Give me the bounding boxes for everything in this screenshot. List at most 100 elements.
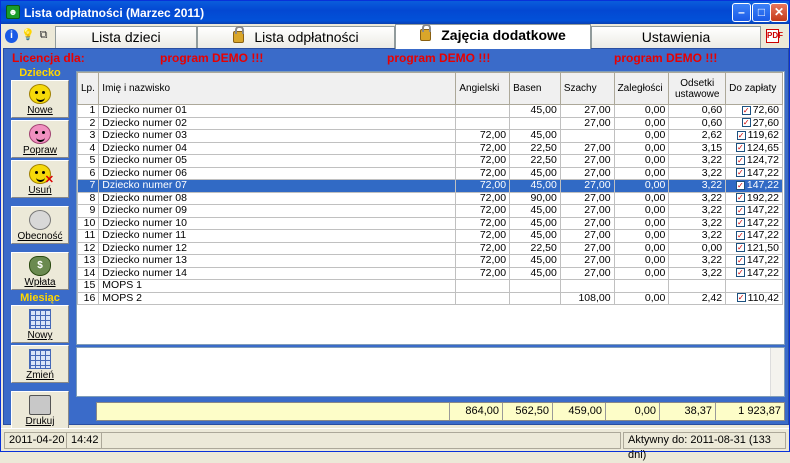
table-row[interactable]: 3 Dziecko numer 03 72,00 45,00 0,00 2,62 ✓ 119,… <box>77 129 783 143</box>
table-row[interactable]: 14 Dziecko numer 14 72,00 45,00 27,00 0,00 3,2… <box>77 266 783 280</box>
table-row[interactable]: 6 Dziecko numer 06 72,00 45,00 27,00 0,00 3,22… <box>77 166 783 180</box>
tab-ustawienia[interactable]: Ustawienia <box>591 26 761 48</box>
license-demo: program DEMO !!! <box>614 51 718 65</box>
paid-checkbox[interactable]: ✓ <box>735 268 745 278</box>
table-row[interactable]: 2 Dziecko numer 02 27,00 0,00 0,60 ✓ 27,60 <box>77 116 783 130</box>
paid-checkbox[interactable]: ✓ <box>741 118 751 128</box>
table-row[interactable]: 8 Dziecko numer 08 72,00 90,00 27,00 0,00 3,22… <box>77 191 783 205</box>
paid-checkbox[interactable]: ✓ <box>741 105 751 115</box>
new-month-button[interactable]: Nowy <box>11 305 69 343</box>
table-row[interactable]: 11 Dziecko numer 11 72,00 45,00 27,00 0,00 3,2… <box>77 229 783 243</box>
paid-checkbox[interactable]: ✓ <box>735 180 745 190</box>
minimize-button[interactable]: – <box>732 3 751 22</box>
cell-name: Dziecko numer 08 <box>98 191 457 205</box>
table-row[interactable]: 1 Dziecko numer 01 45,00 27,00 0,00 0,60 ✓ 72,6… <box>77 104 783 118</box>
table-row[interactable]: 13 Dziecko numer 13 72,00 45,00 27,00 0,00 3,2… <box>77 254 783 268</box>
paid-checkbox[interactable]: ✓ <box>735 155 745 165</box>
cell-name: Dziecko numer 03 <box>98 129 457 143</box>
tab-bar: i 💡 ⧉ Lista dzieci Lista odpłatności Zajęc… <box>1 24 789 49</box>
paid-checkbox[interactable]: ✓ <box>735 205 745 215</box>
paid-checkbox[interactable]: ✓ <box>735 230 745 240</box>
attendance-button[interactable]: Obecność <box>11 206 69 244</box>
col-basen[interactable]: Basen <box>509 72 561 105</box>
cell-szachy: 27,00 <box>559 204 615 218</box>
cell-name: Dziecko numer 14 <box>98 266 457 280</box>
cell-lp: 7 <box>77 179 100 193</box>
change-month-button[interactable]: Zmień <box>11 345 69 383</box>
col-odsetki[interactable]: Odsetki ustawowe <box>668 72 727 105</box>
table-row[interactable]: 4 Dziecko numer 04 72,00 22,50 27,00 0,00 3,15… <box>77 141 783 155</box>
calendar-change-icon <box>29 349 51 369</box>
cell-odsetki: 2,42 <box>668 291 727 305</box>
col-lp[interactable]: Lp. <box>77 72 100 105</box>
cell-zaleglosci: 0,00 <box>613 254 670 268</box>
col-angielski[interactable]: Angielski <box>455 72 511 105</box>
copy-icon[interactable]: ⧉ <box>37 28 50 42</box>
amount-value: 147,22 <box>746 179 779 192</box>
edit-child-button[interactable]: Popraw <box>11 120 69 158</box>
tab-zajecia-dodatkowe[interactable]: Zajęcia dodatkowe <box>395 24 591 49</box>
table-row[interactable]: 7 Dziecko numer 07 72,00 45,00 27,00 0,00 3,22… <box>77 179 783 193</box>
lightbulb-icon[interactable]: 💡 <box>21 28 35 42</box>
new-child-button[interactable]: Nowe <box>11 80 69 118</box>
table-row[interactable]: 16 MOPS 2 108,00 0,00 2,42 ✓ 110,42 <box>77 291 783 305</box>
cell-name: Dziecko numer 07 <box>98 179 457 193</box>
cell-lp: 5 <box>77 154 100 168</box>
paid-checkbox[interactable]: ✓ <box>735 218 745 228</box>
cell-zaleglosci: 0,00 <box>613 129 670 143</box>
paid-checkbox[interactable]: ✓ <box>735 168 745 178</box>
button-label: Zmień <box>26 370 54 381</box>
paid-checkbox[interactable]: ✓ <box>735 143 745 153</box>
table-row[interactable]: 12 Dziecko numer 12 72,00 22,50 27,00 0,00 0,0… <box>77 241 783 255</box>
cell-odsetki: 3,22 <box>668 266 727 280</box>
col-zaleglosci[interactable]: Zaległości <box>613 72 670 105</box>
col-szachy[interactable]: Szachy <box>559 72 615 105</box>
cell-odsetki: 0,60 <box>668 104 727 118</box>
cell-lp: 12 <box>77 241 100 255</box>
paid-checkbox[interactable]: ✓ <box>736 130 746 140</box>
info-icon[interactable]: i <box>5 29 18 43</box>
tab-lista-odplatnosci[interactable]: Lista odpłatności <box>197 26 395 48</box>
notes-field[interactable] <box>76 347 785 397</box>
notes-scrollbar[interactable] <box>770 348 784 396</box>
col-do-zaplaty[interactable]: Do zapłaty <box>725 72 783 105</box>
print-button[interactable]: Drukuj <box>11 391 69 429</box>
status-empty <box>101 432 621 449</box>
delete-child-button[interactable]: ✕ Usuń <box>11 160 69 198</box>
close-button[interactable]: ✕ <box>770 3 788 22</box>
cell-basen: 45,00 <box>509 204 561 218</box>
cell-name: Dziecko numer 04 <box>98 141 457 155</box>
paid-checkbox[interactable]: ✓ <box>735 193 745 203</box>
app-icon: ☻ <box>6 5 20 19</box>
smiley-edit-icon <box>29 124 51 144</box>
cell-zaleglosci: 0,00 <box>613 116 670 130</box>
cell-zaleglosci: 0,00 <box>613 291 670 305</box>
tab-lista-dzieci[interactable]: Lista dzieci <box>55 26 197 48</box>
payment-button[interactable]: $ Wpłata <box>11 252 69 290</box>
cell-odsetki: 3,22 <box>668 254 727 268</box>
cell-name: Dziecko numer 05 <box>98 154 457 168</box>
maximize-button[interactable]: □ <box>752 3 771 22</box>
table-row[interactable]: 5 Dziecko numer 05 72,00 22,50 27,00 0,00 3,22… <box>77 154 783 168</box>
table-row[interactable]: 10 Dziecko numer 10 72,00 45,00 27,00 0,00 3,2… <box>77 216 783 230</box>
paid-checkbox[interactable]: ✓ <box>736 293 746 303</box>
cell-szachy <box>559 129 615 143</box>
title-bar: ☻ Lista odpłatności (Marzec 2011) – □ ✕ <box>1 1 789 24</box>
main-panel: Licencja dla: program DEMO !!! program D… <box>3 48 789 429</box>
cell-angielski: 72,00 <box>455 191 511 205</box>
cell-angielski: 72,00 <box>455 129 511 143</box>
cell-angielski: 72,00 <box>455 179 511 193</box>
pdf-icon[interactable]: PDF <box>766 29 783 43</box>
button-label: Wpłata <box>24 277 56 288</box>
cell-lp: 6 <box>77 166 100 180</box>
table-row[interactable]: 15 MOPS 1 <box>77 279 783 293</box>
lock-icon <box>420 24 432 41</box>
paid-checkbox[interactable]: ✓ <box>735 255 745 265</box>
col-name[interactable]: Imię i nazwisko <box>98 72 457 105</box>
table-header: Lp. Imię i nazwisko Angielski Basen Szac… <box>77 72 783 105</box>
amount-value: 147,22 <box>746 254 779 267</box>
cell-angielski: 72,00 <box>455 241 511 255</box>
paid-checkbox[interactable]: ✓ <box>735 243 745 253</box>
table-row[interactable]: 9 Dziecko numer 09 72,00 45,00 27,00 0,00 3,22… <box>77 204 783 218</box>
cell-angielski <box>455 116 511 130</box>
